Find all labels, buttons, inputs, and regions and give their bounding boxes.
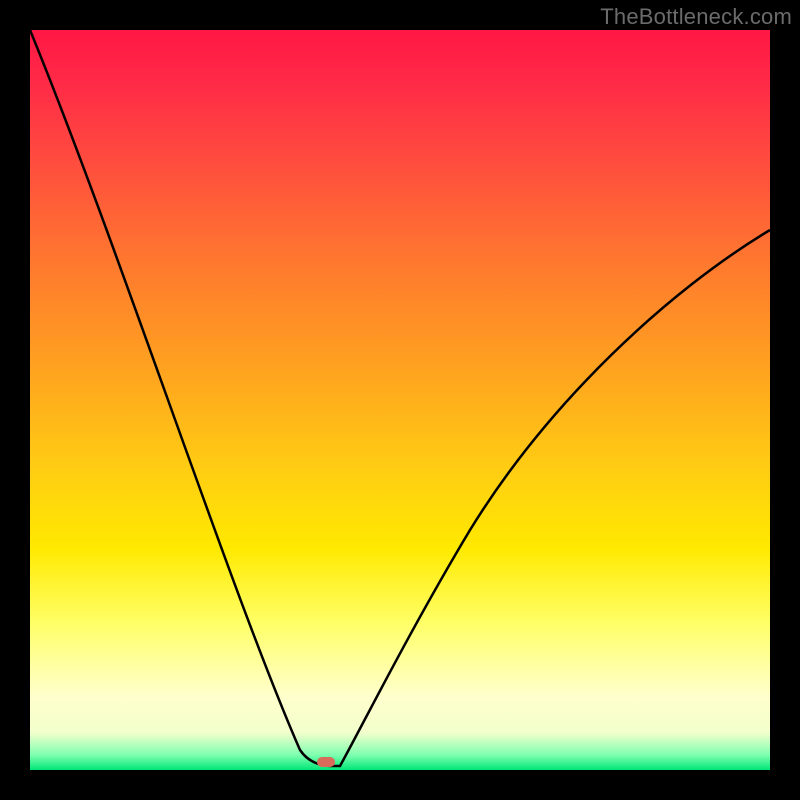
- watermark-text: TheBottleneck.com: [600, 4, 792, 30]
- bottleneck-curve: [30, 30, 770, 766]
- curve-svg: [30, 30, 770, 770]
- outer-frame: TheBottleneck.com: [0, 0, 800, 800]
- notch-marker: [317, 757, 335, 767]
- plot-area: [30, 30, 770, 770]
